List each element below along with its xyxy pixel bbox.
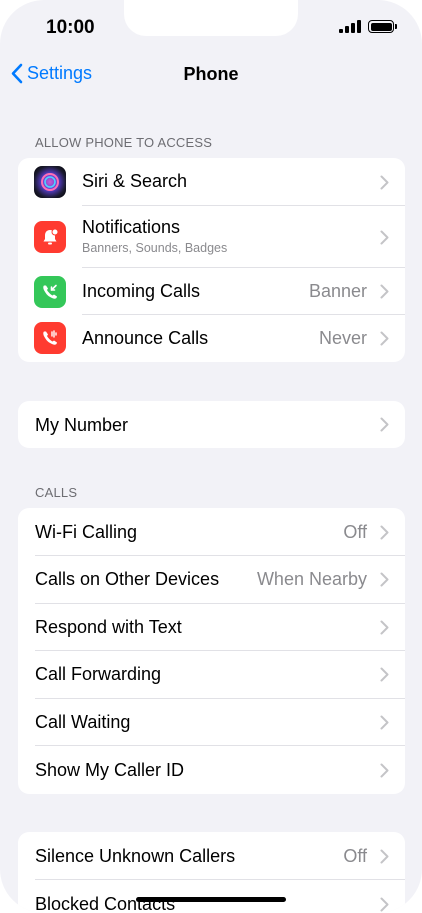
row-sublabel: Banners, Sounds, Badges xyxy=(82,241,228,255)
device-notch xyxy=(124,0,298,36)
chevron-right-icon xyxy=(380,417,389,432)
row-label: Call Waiting xyxy=(35,712,131,732)
page-title: Phone xyxy=(183,64,239,84)
chevron-right-icon xyxy=(380,175,389,190)
row-label: Incoming Calls xyxy=(82,281,201,301)
home-indicator[interactable] xyxy=(136,897,286,902)
row-call-forwarding[interactable]: Call Forwarding xyxy=(18,651,405,699)
chevron-right-icon xyxy=(380,284,389,299)
row-value: Off xyxy=(343,846,367,866)
row-label: Respond with Text xyxy=(35,617,182,637)
cellular-signal-icon xyxy=(339,20,361,33)
battery-icon xyxy=(368,20,397,33)
row-label: Announce Calls xyxy=(82,328,209,348)
row-value: Banner xyxy=(308,281,367,301)
row-silence-unknown-callers[interactable]: Silence Unknown Callers Off xyxy=(18,832,405,880)
status-icons xyxy=(339,20,397,33)
chevron-right-icon xyxy=(380,572,389,587)
row-my-number[interactable]: My Number xyxy=(18,401,405,448)
row-label: Notifications xyxy=(82,217,181,237)
announce-calls-icon xyxy=(34,322,66,354)
row-value: Off xyxy=(343,522,367,542)
chevron-right-icon xyxy=(380,763,389,778)
row-label: Siri & Search xyxy=(82,171,188,191)
row-calls-on-other-devices[interactable]: Calls on Other Devices When Nearby xyxy=(18,556,405,604)
chevron-right-icon xyxy=(380,715,389,730)
navigation-bar: Settings Phone xyxy=(0,58,422,92)
row-label: My Number xyxy=(35,415,129,435)
chevron-right-icon xyxy=(380,331,389,346)
section-header-calls: CALLS xyxy=(35,485,78,500)
phone-settings-screen: 10:00 Settings Phone ALLOW PHONE TO ACCE… xyxy=(0,0,422,913)
incoming-calls-icon xyxy=(34,276,66,308)
row-incoming-calls[interactable]: Incoming Calls Banner xyxy=(18,268,405,315)
section-header-allow-access: ALLOW PHONE TO ACCESS xyxy=(35,135,213,150)
chevron-right-icon xyxy=(380,230,389,245)
row-value: Never xyxy=(318,328,367,348)
row-label: Show My Caller ID xyxy=(35,760,185,780)
row-announce-calls[interactable]: Announce Calls Never xyxy=(18,315,405,362)
row-value: When Nearby xyxy=(256,569,367,589)
chevron-right-icon xyxy=(380,525,389,540)
row-siri-search[interactable]: Siri & Search xyxy=(18,158,405,206)
chevron-right-icon xyxy=(380,667,389,682)
row-notifications[interactable]: Notifications Banners, Sounds, Badges xyxy=(18,206,405,268)
row-wifi-calling[interactable]: Wi-Fi Calling Off xyxy=(18,508,405,556)
row-call-waiting[interactable]: Call Waiting xyxy=(18,699,405,746)
row-label: Wi-Fi Calling xyxy=(35,522,138,542)
row-label: Call Forwarding xyxy=(35,664,162,684)
row-label: Silence Unknown Callers xyxy=(35,846,236,866)
allow-access-group: Siri & Search Notifications Banners, Sou… xyxy=(18,158,405,362)
chevron-right-icon xyxy=(380,620,389,635)
chevron-right-icon xyxy=(380,897,389,912)
chevron-right-icon xyxy=(380,849,389,864)
status-time: 10:00 xyxy=(46,17,95,38)
row-label: Calls on Other Devices xyxy=(35,569,220,589)
siri-icon xyxy=(34,166,66,198)
calls-group: Wi-Fi Calling Off Calls on Other Devices… xyxy=(18,508,405,794)
row-respond-with-text[interactable]: Respond with Text xyxy=(18,604,405,651)
notifications-icon xyxy=(34,221,66,253)
my-number-group: My Number xyxy=(18,401,405,448)
row-show-my-caller-id[interactable]: Show My Caller ID xyxy=(18,746,405,794)
